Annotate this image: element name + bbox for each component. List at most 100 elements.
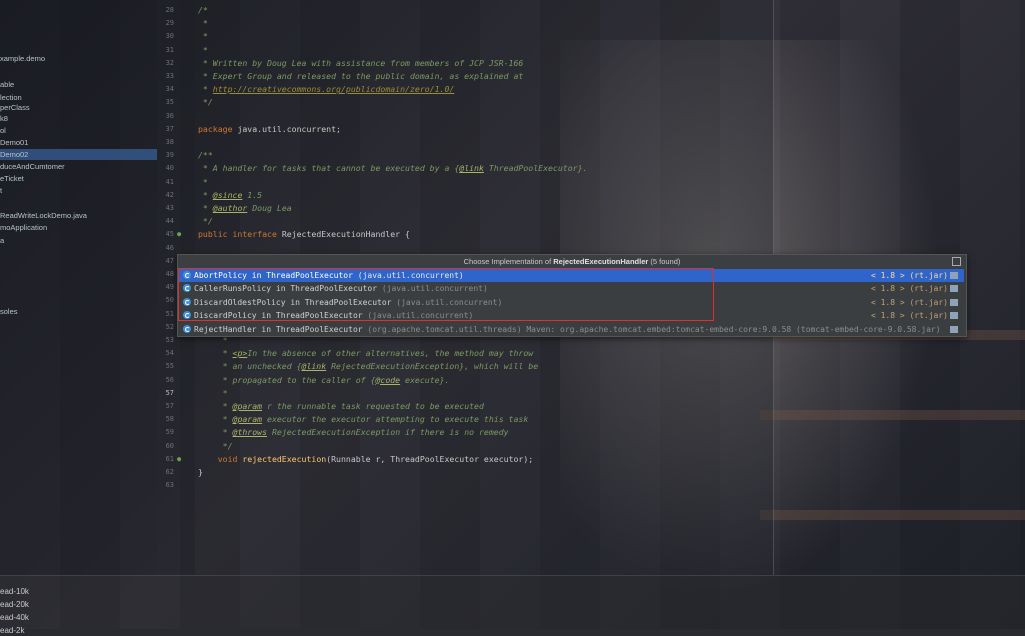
code-token: *	[198, 427, 233, 438]
code-line: * an unchecked {@link RejectedExecutionE…	[198, 360, 539, 373]
implemented-gutter-icon[interactable]: ●	[177, 230, 181, 238]
pin-icon[interactable]	[952, 257, 961, 266]
popup-title-prefix: Choose Implementation of	[463, 257, 554, 266]
class-icon	[183, 284, 191, 293]
code-token: * propagated to the caller of {	[198, 374, 376, 385]
line-number: 45	[165, 230, 174, 239]
line-number: 43	[165, 204, 174, 212]
line-number: 49	[165, 283, 174, 292]
code-line: * propagated to the caller of {@code exe…	[198, 374, 450, 387]
tree-item[interactable]: duceAndCumtomer	[0, 161, 157, 172]
tree-item[interactable]: xample.demo	[0, 53, 157, 64]
code-token: *	[198, 203, 213, 213]
bottom-tool-window: ead-10k ead-20k ead-40k ead-2k	[0, 575, 1025, 635]
line-number: 53	[165, 336, 174, 344]
thread-item[interactable]: ead-40k	[0, 612, 29, 623]
implementation-package: (java.util.concurrent)	[377, 284, 488, 294]
tree-item[interactable]: a	[0, 235, 157, 246]
tree-item[interactable]: able	[0, 79, 157, 90]
code-token: /**	[198, 150, 213, 161]
implementation-location: < 1.8 > (rt.jar)	[871, 309, 958, 322]
jar-icon	[950, 285, 958, 293]
line-number: 57	[165, 388, 174, 397]
code-line: *	[198, 30, 208, 43]
code-token: *	[198, 44, 208, 55]
wallpaper-shelf	[760, 410, 1025, 420]
jar-icon	[950, 272, 958, 279]
line-number: 35	[165, 98, 174, 107]
line-number: 57	[165, 402, 174, 410]
code-token: @param	[232, 414, 263, 425]
thread-item[interactable]: ead-2k	[0, 625, 24, 636]
code-token: */	[198, 97, 213, 108]
code-token: *	[198, 387, 228, 398]
location-label: < 1.8 > (rt.jar)	[870, 297, 948, 307]
tree-item[interactable]: eTicket	[0, 173, 157, 184]
code-line: * Written by Doug Lea with assistance fr…	[198, 57, 523, 70]
tree-item[interactable]: soles	[0, 306, 157, 317]
tree-item[interactable]: perClass	[0, 102, 157, 113]
class-icon	[183, 324, 191, 333]
line-number: 37	[165, 124, 174, 133]
line-number: 50	[165, 296, 174, 305]
implementation-package: (java.util.concurrent)	[352, 271, 464, 280]
code-token: executor the executor attempting to exec…	[262, 414, 529, 425]
line-number: 58	[165, 415, 174, 424]
code-line: /**	[198, 149, 213, 162]
line-number: 31	[165, 45, 174, 54]
tree-item[interactable]: Demo01	[0, 137, 157, 148]
code-token: @param	[232, 401, 263, 411]
code-line: * @since 1.5	[198, 189, 262, 202]
code-token: r the runnable task requested to be exec…	[262, 401, 484, 411]
project-tree: xample.demo able lection perClass k8 ol Demo01…	[0, 0, 157, 575]
code-line: *	[198, 387, 228, 400]
popup-title-interface: RejectedExecutionHandler	[553, 257, 649, 266]
implemented-gutter-icon[interactable]: ●	[177, 455, 181, 463]
thread-item[interactable]: ead-10k	[0, 586, 29, 597]
line-number: 30	[165, 32, 174, 41]
implementation-name: CallerRunsPolicy in ThreadPoolExecutor	[194, 284, 378, 294]
implementation-package: (java.util.concurrent)	[362, 311, 474, 321]
code-token: @link	[301, 361, 327, 372]
code-line: * A handler for tasks that cannot be exe…	[198, 162, 588, 175]
line-number: 29	[165, 19, 174, 28]
code-token: @throws	[232, 427, 268, 438]
tree-item[interactable]: moApplication	[0, 222, 157, 233]
implementation-row[interactable]: RejectHandler in ThreadPoolExecutor (org…	[179, 323, 964, 336]
code-line: * Expert Group and released to the publi…	[198, 70, 523, 83]
code-token: execute}.	[400, 374, 450, 385]
jar-icon	[950, 325, 958, 333]
line-number: 54	[165, 349, 174, 358]
thread-item[interactable]: ead-20k	[0, 599, 29, 610]
code-token: *	[198, 31, 208, 42]
implementation-package: (org.apache.tomcat.util.threads) Maven: …	[362, 324, 941, 334]
code-line: */	[198, 96, 213, 109]
code-line: void rejectedExecution(Runnable r, Threa…	[198, 453, 534, 466]
tree-item[interactable]: ol	[0, 125, 157, 136]
choose-implementation-popup: Choose Implementation of RejectedExecuti…	[177, 254, 967, 337]
tree-item[interactable]: Demo02	[0, 149, 157, 160]
line-number: 56	[165, 375, 174, 384]
code-token: In the absence of other alternatives, th…	[247, 348, 534, 359]
code-token: <p>	[232, 348, 248, 359]
line-number: 48	[165, 270, 174, 278]
implementation-row[interactable]: DiscardPolicy in ThreadPoolExecutor (jav…	[179, 309, 964, 322]
tree-item[interactable]: t	[0, 185, 157, 196]
code-line: *	[198, 176, 208, 189]
code-token: http://creativecommons.org/publicdomain/…	[212, 84, 455, 95]
code-token: RejectedExecutionException if there is n…	[267, 427, 509, 438]
implementation-row[interactable]: DiscardOldestPolicy in ThreadPoolExecuto…	[179, 296, 964, 309]
line-number: 52	[165, 322, 174, 331]
code-token: *	[198, 84, 213, 95]
code-token: @author	[212, 203, 248, 213]
class-icon	[183, 311, 191, 320]
code-token: * Written by Doug Lea with assistance fr…	[198, 57, 524, 68]
code-token: rejectedExecution	[242, 453, 327, 464]
code-token: /*	[198, 5, 208, 15]
code-line: */	[198, 215, 213, 228]
tree-item[interactable]: k8	[0, 113, 157, 124]
implementation-row[interactable]: CallerRunsPolicy in ThreadPoolExecutor (…	[179, 282, 964, 295]
implementation-row[interactable]: AbortPolicy in ThreadPoolExecutor (java.…	[179, 269, 964, 282]
tree-item[interactable]: ReadWriteLockDemo.java	[0, 210, 157, 221]
implementation-location	[948, 323, 958, 336]
